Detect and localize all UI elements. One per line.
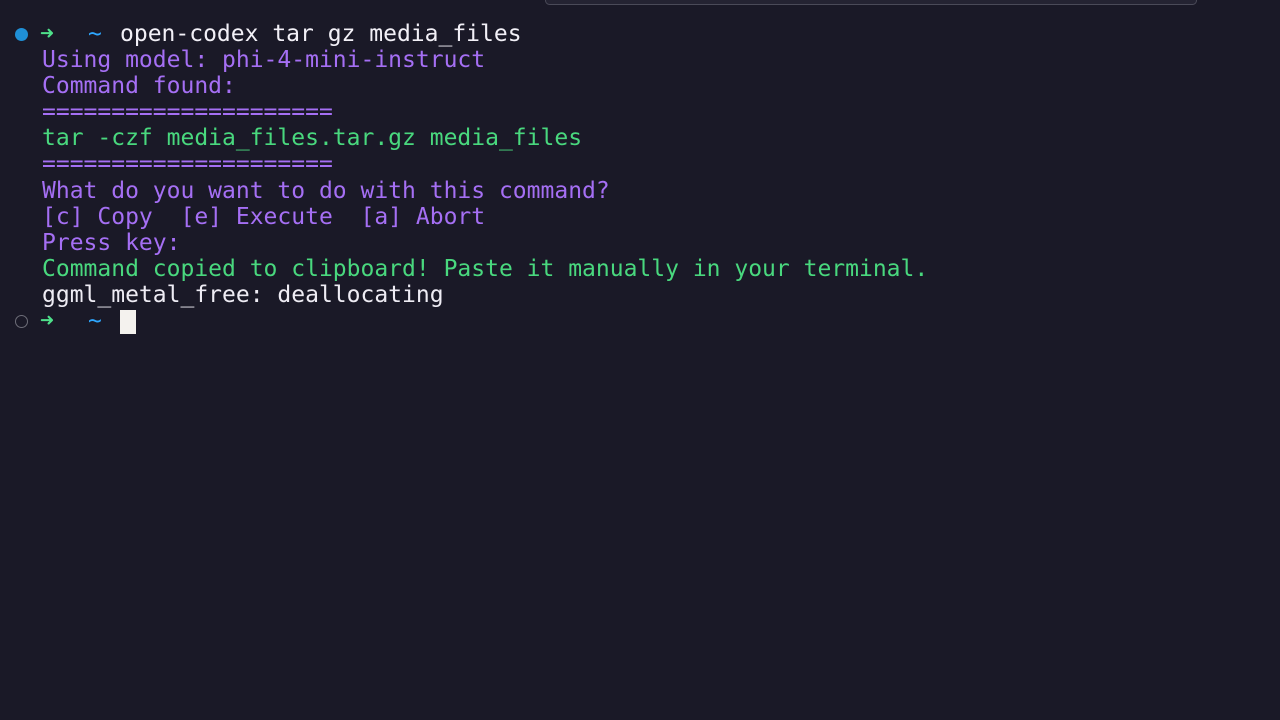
copied-message: Command copied to clipboard! Paste it ma… [42, 255, 929, 282]
terminal-window[interactable]: ➜ ~ open-codex tar gz media_files Using … [0, 0, 1280, 720]
separator-bottom: ===================== [42, 151, 333, 178]
command-status-dot-icon [15, 28, 28, 41]
prompt-arrow-icon: ➜ [40, 308, 54, 335]
window-drag-handle[interactable] [545, 0, 1197, 5]
entered-command: open-codex tar gz media_files [120, 21, 522, 47]
prompt-line-2[interactable]: ➜ ~ [0, 308, 1280, 335]
dealloc-message: ggml_metal_free: deallocating [42, 281, 444, 308]
press-key-prompt: Press key: [42, 229, 181, 256]
prompt-line-1: ➜ ~ open-codex tar gz media_files [0, 21, 1280, 47]
prompt-cwd: ~ [88, 308, 102, 335]
text-cursor[interactable] [120, 310, 136, 335]
action-options: [c] Copy [e] Execute [a] Abort [42, 203, 486, 230]
terminal-output: ➜ ~ open-codex tar gz media_files Using … [0, 21, 1280, 335]
action-question: What do you want to do with this command… [42, 177, 610, 204]
model-line: Using model: phi-4-mini-instruct [42, 47, 486, 74]
prompt-cwd: ~ [88, 21, 102, 47]
command-found-label: Command found: [42, 73, 236, 100]
command-status-dot-icon [15, 315, 28, 329]
suggested-command: tar -czf media_files.tar.gz media_files [42, 125, 583, 152]
separator-top: ===================== [42, 99, 333, 126]
prompt-arrow-icon: ➜ [40, 21, 54, 47]
